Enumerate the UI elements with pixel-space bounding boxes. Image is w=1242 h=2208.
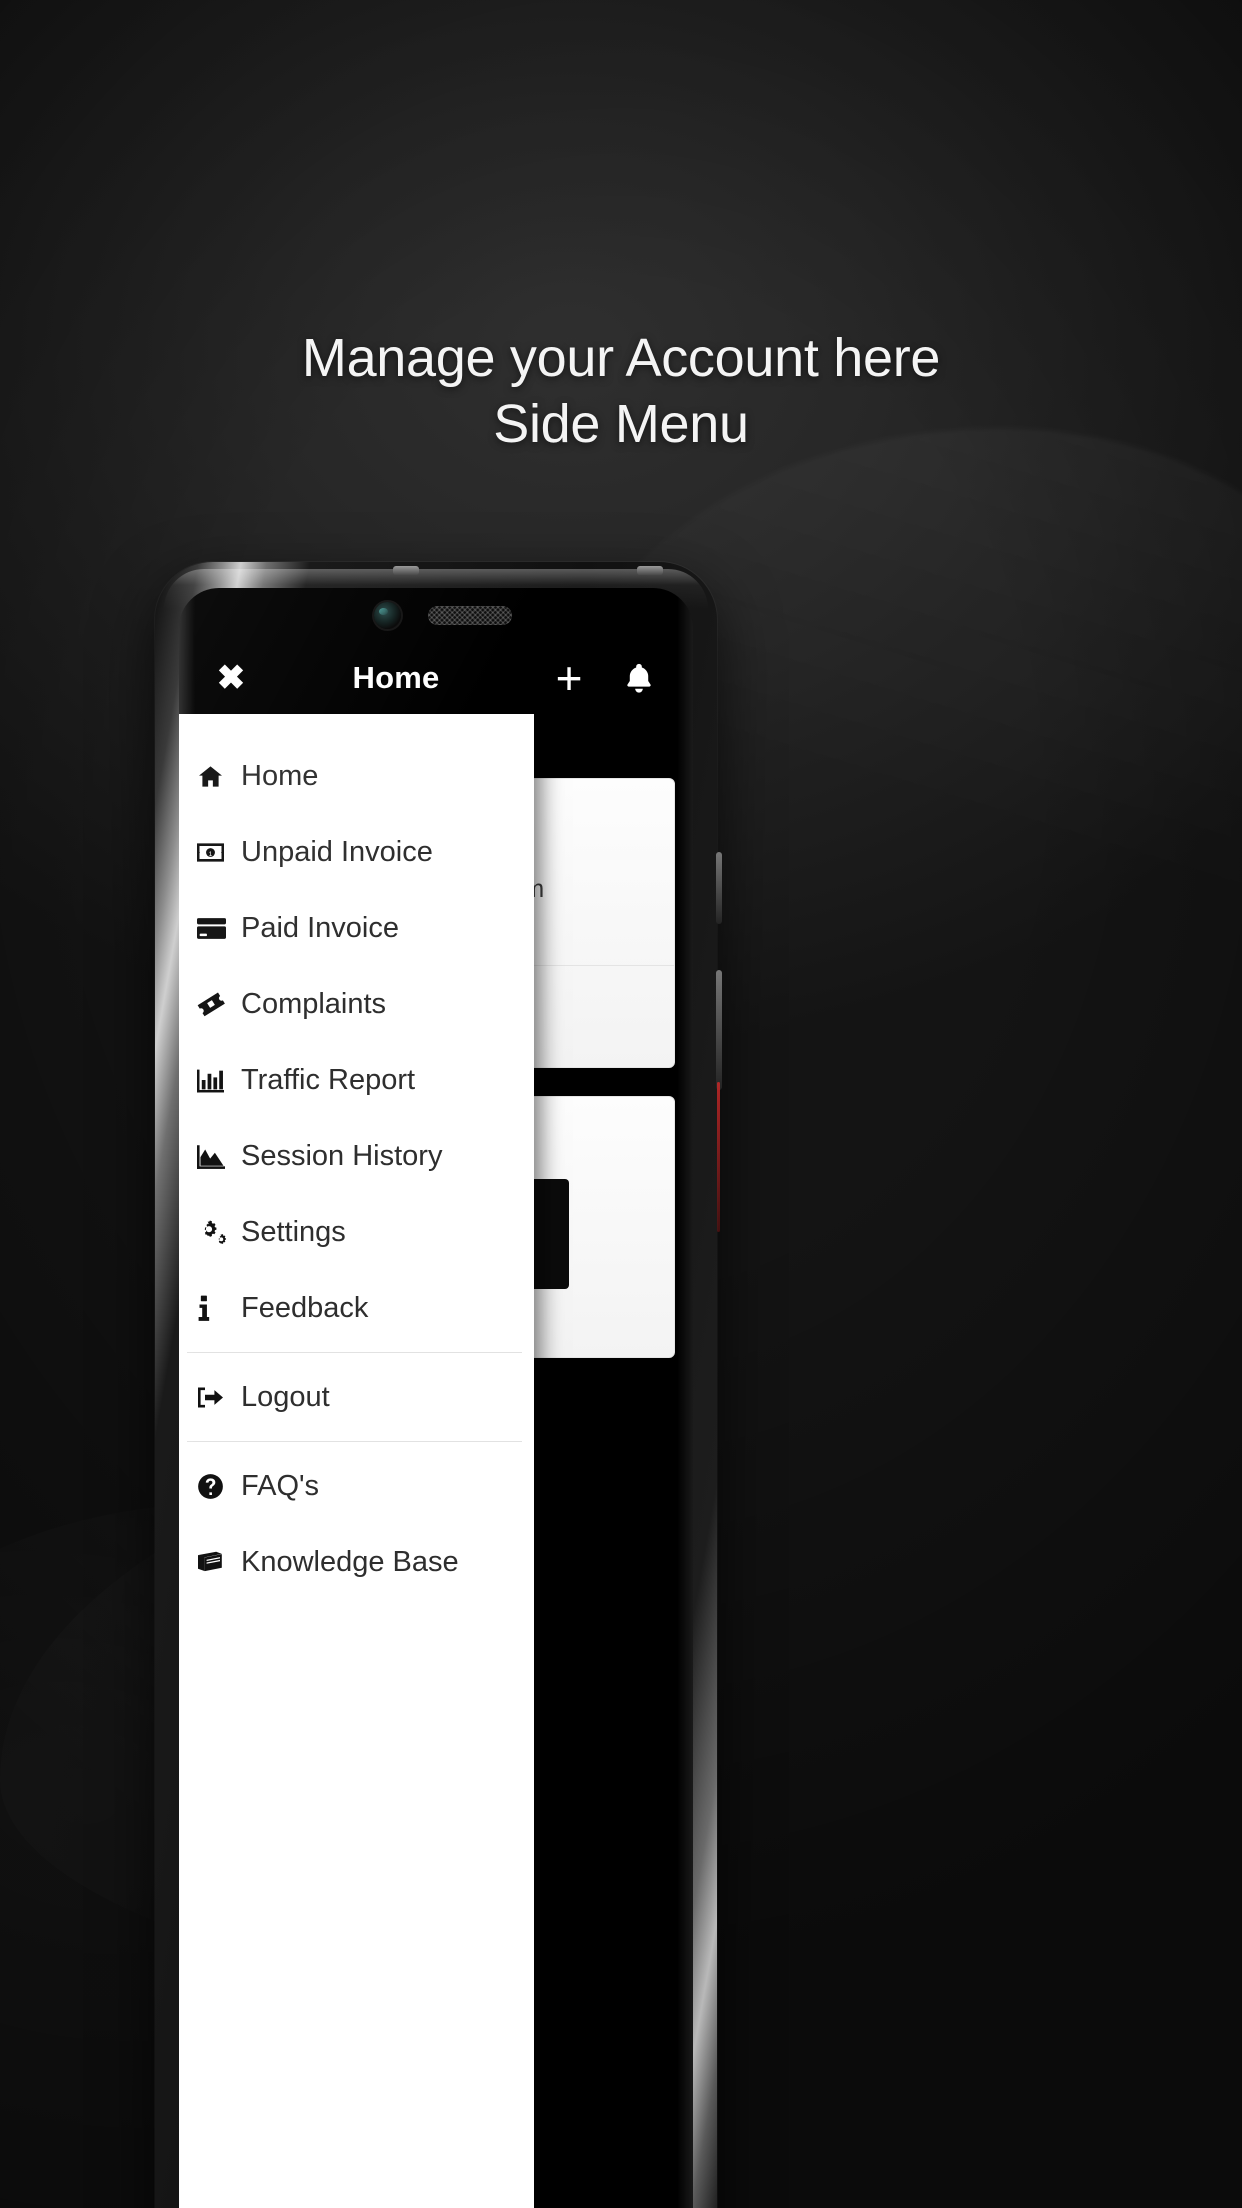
drawer-item-label: Traffic Report: [241, 1063, 416, 1096]
drawer-menu-list: Home 1 Unpaid Invoice Paid Invoice Compl…: [179, 714, 534, 1600]
bell-icon[interactable]: [615, 654, 663, 702]
drawer-item-label: Feedback: [241, 1291, 369, 1324]
info-icon: [197, 1295, 233, 1322]
phone-power-button: [716, 970, 722, 1090]
drawer-item-label: Settings: [241, 1215, 346, 1248]
drawer-item-label: Session History: [241, 1139, 443, 1172]
plus-icon[interactable]: +: [545, 654, 593, 702]
drawer-item-label: Unpaid Invoice: [241, 835, 433, 868]
app-bar: ✖ Home +: [179, 642, 693, 714]
drawer-item-complaints[interactable]: Complaints: [179, 966, 534, 1042]
sign-out-icon: [197, 1385, 233, 1410]
headline-line-2: Side Menu: [493, 394, 749, 454]
area-chart-icon: [197, 1143, 233, 1169]
drawer-item-label: Knowledge Base: [241, 1545, 459, 1578]
ticket-icon: [197, 990, 233, 1018]
phone-sensor-housing: [179, 596, 693, 642]
drawer-item-label: Paid Invoice: [241, 911, 399, 944]
drawer-item-knowledge-base[interactable]: Knowledge Base: [179, 1524, 534, 1600]
bar-chart-icon: [197, 1067, 233, 1093]
svg-text:1: 1: [209, 850, 213, 857]
headline-line-1: Manage your Account here: [301, 328, 941, 388]
phone-antenna-line-left: [393, 566, 419, 575]
drawer-item-home[interactable]: Home: [179, 738, 534, 814]
credit-card-icon: [197, 917, 233, 940]
drawer-item-unpaid-invoice[interactable]: 1 Unpaid Invoice: [179, 814, 534, 890]
drawer-item-settings[interactable]: Settings: [179, 1194, 534, 1270]
drawer-item-feedback[interactable]: Feedback: [179, 1270, 534, 1346]
drawer-divider-2: [187, 1441, 522, 1442]
phone-antenna-line-right: [637, 566, 663, 575]
drawer-item-paid-invoice[interactable]: Paid Invoice: [179, 890, 534, 966]
cogs-icon: [197, 1219, 233, 1246]
drawer-item-logout[interactable]: Logout: [179, 1359, 534, 1435]
drawer-item-label: Complaints: [241, 987, 387, 1020]
phone-mockup: ✖ Home + .com 0 allet Amount bscription: [155, 562, 722, 2208]
money-bill-icon: 1: [197, 839, 233, 866]
navigation-drawer: Home 1 Unpaid Invoice Paid Invoice Compl…: [179, 714, 534, 2208]
book-icon: [197, 1550, 233, 1575]
question-circle-icon: [197, 1473, 233, 1500]
phone-screen: ✖ Home + .com 0 allet Amount bscription: [179, 588, 693, 2208]
front-camera-icon: [374, 602, 401, 629]
earpiece-speaker-icon: [428, 606, 512, 625]
drawer-item-label: Logout: [241, 1380, 330, 1413]
drawer-item-faqs[interactable]: FAQ's: [179, 1448, 534, 1524]
promo-headline: Manage your Account here Side Menu: [0, 325, 1242, 457]
drawer-divider-1: [187, 1352, 522, 1353]
drawer-item-traffic-report[interactable]: Traffic Report: [179, 1042, 534, 1118]
drawer-item-session-history[interactable]: Session History: [179, 1118, 534, 1194]
drawer-item-label: Home: [241, 759, 319, 792]
app-bar-title: Home: [352, 660, 440, 695]
home-icon: [197, 763, 233, 790]
phone-side-accent: [717, 1082, 720, 1232]
drawer-item-label: FAQ's: [241, 1469, 320, 1502]
phone-volume-button: [716, 852, 722, 924]
